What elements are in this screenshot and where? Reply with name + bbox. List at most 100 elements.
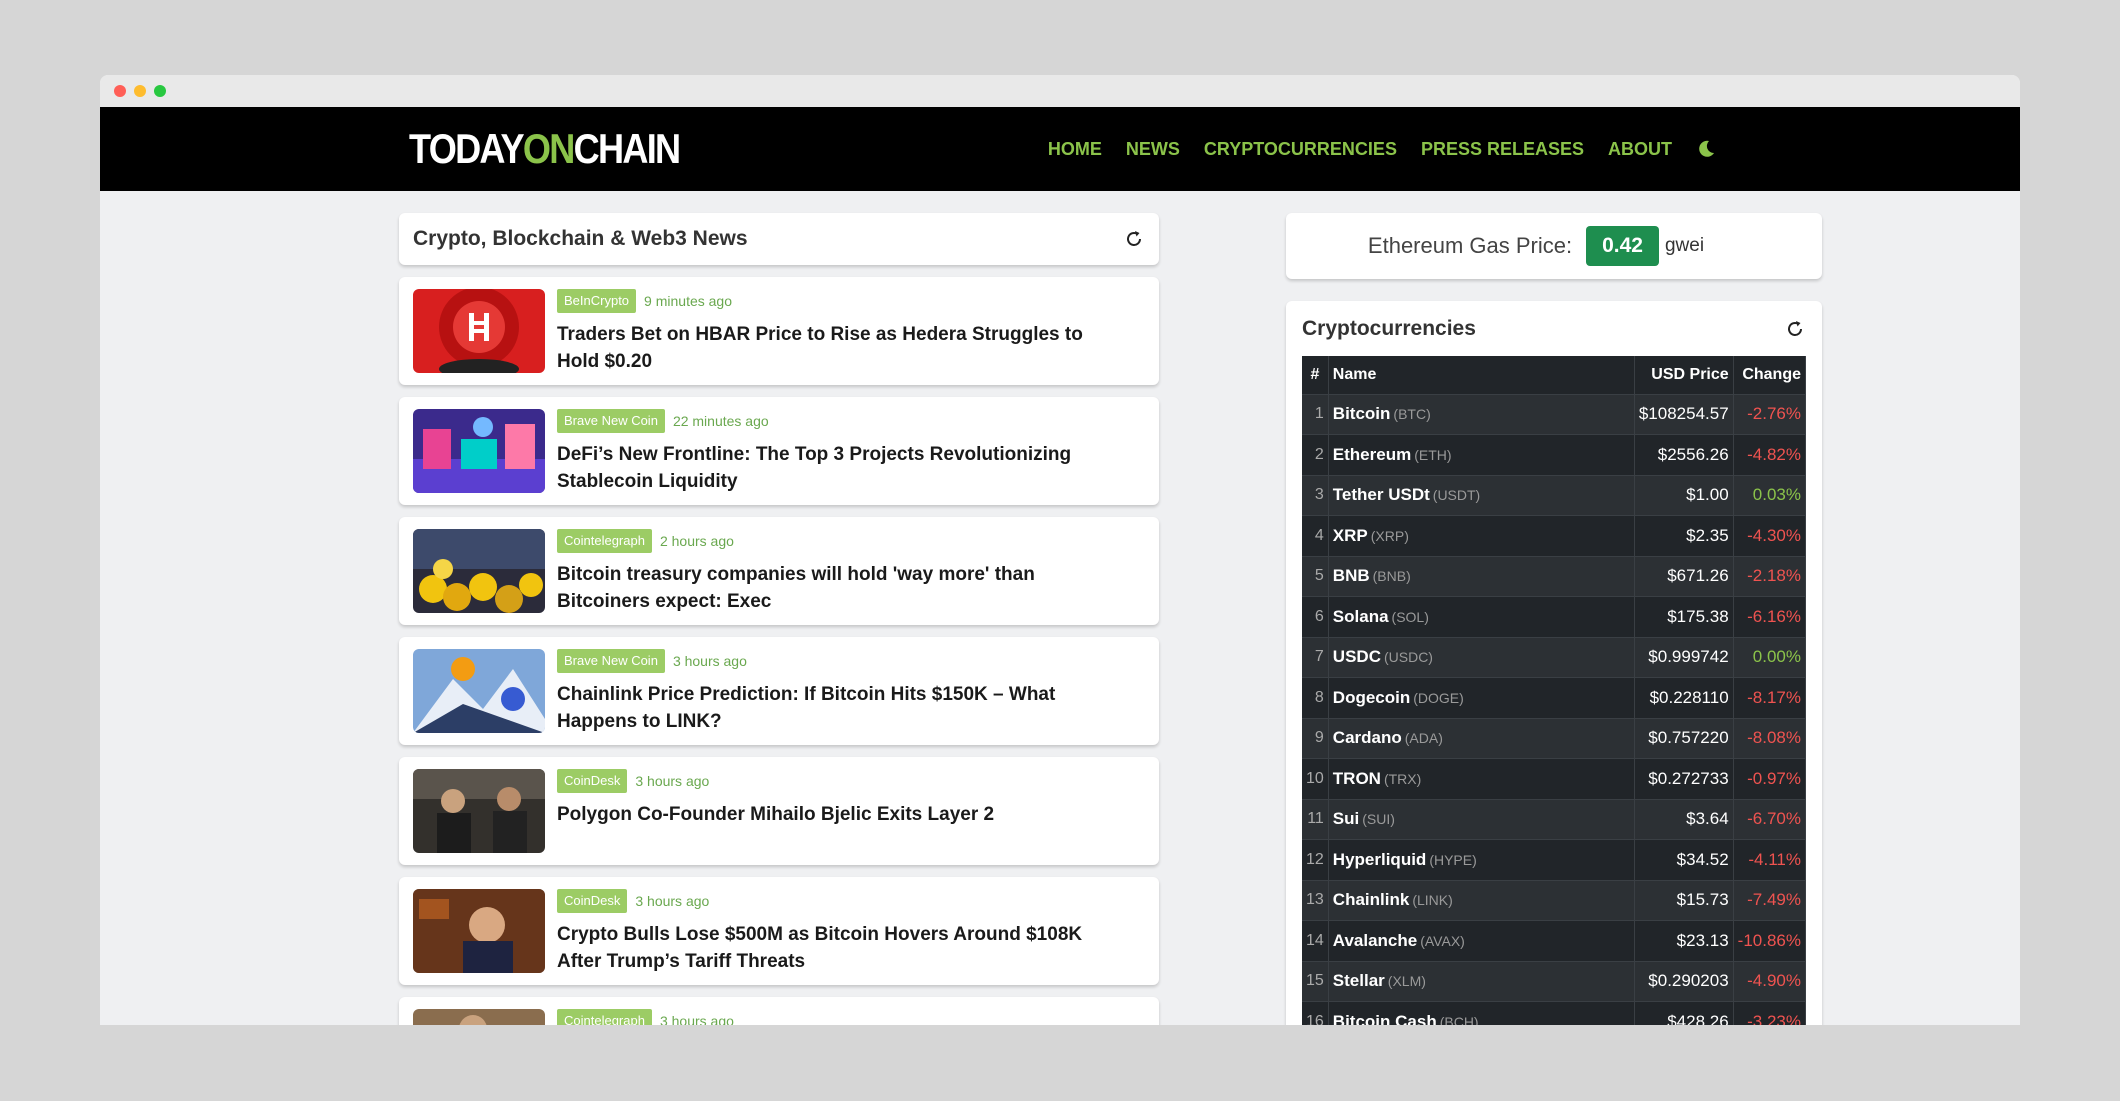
news-headline[interactable]: Crypto Bulls Lose $500M as Bitcoin Hover… [557,921,1127,975]
crypto-row[interactable]: 8 Dogecoin (DOGE) $0.228110 -8.17% [1302,677,1807,719]
nav-home[interactable]: HOME [1048,139,1102,160]
gas-price-box: Ethereum Gas Price: 0.42 gwei [1286,213,1822,279]
crypto-name: Stellar [1332,971,1385,991]
source-badge[interactable]: Brave New Coin [557,409,665,433]
source-badge[interactable]: CoinDesk [557,889,628,913]
crypto-row[interactable]: 12 Hyperliquid (HYPE) $34.52 -4.11% [1302,839,1807,881]
refresh-icon[interactable] [1123,228,1145,250]
nav-about[interactable]: ABOUT [1608,139,1672,160]
news-item[interactable]: CoinDesk 3 hours ago Polygon Co-Founder … [399,757,1159,865]
crypto-change: -7.49% [1733,880,1807,921]
site-logo[interactable]: TODAYONCHAIN [409,125,681,172]
crypto-symbol: (XLM) [1387,973,1426,990]
nav-press-releases[interactable]: PRESS RELEASES [1421,139,1584,160]
source-badge[interactable]: BeInCrypto [557,289,637,313]
crypto-row[interactable]: 15 Stellar (XLM) $0.290203 -4.90% [1302,961,1807,1002]
crypto-rank: 1 [1302,394,1329,435]
crypto-row[interactable]: 2 Ethereum (ETH) $2556.26 -4.82% [1302,434,1807,476]
news-headline[interactable]: Bitcoin treasury companies will hold 'wa… [557,561,1127,615]
crypto-change: -4.90% [1733,961,1807,1002]
crypto-price: $0.999742 [1634,637,1734,678]
logo-text-today: TODAY [409,125,525,172]
crypto-row[interactable]: 5 BNB (BNB) $671.26 -2.18% [1302,556,1807,597]
news-item[interactable]: Brave New Coin 22 minutes ago DeFi’s New… [399,397,1159,505]
crypto-row[interactable]: 10 TRON (TRX) $0.272733 -0.97% [1302,758,1807,800]
crypto-symbol: (USDT) [1432,487,1481,504]
news-item[interactable]: CoinDesk 3 hours ago Crypto Bulls Lose $… [399,877,1159,985]
crypto-row[interactable]: 16 Bitcoin Cash (BCH) $428.26 -3.23% [1302,1001,1807,1025]
crypto-name-cell[interactable]: Ethereum (ETH) [1328,434,1635,476]
crypto-price: $2556.26 [1634,434,1734,476]
news-item[interactable]: Cointelegraph 2 hours ago Bitcoin treasu… [399,517,1159,625]
minimize-window-button[interactable] [134,85,146,97]
crypto-symbol: (HYPE) [1429,851,1477,868]
nav-cryptocurrencies[interactable]: CRYPTOCURRENCIES [1204,139,1397,160]
news-headline[interactable]: Chainlink Price Prediction: If Bitcoin H… [557,681,1127,735]
crypto-name: Dogecoin [1332,687,1411,707]
news-time: 3 hours ago [672,653,747,669]
col-header-price[interactable]: USD Price [1634,356,1734,395]
crypto-row[interactable]: 9 Cardano (ADA) $0.757220 -8.08% [1302,718,1807,759]
crypto-name-cell[interactable]: Stellar (XLM) [1328,961,1635,1002]
crypto-name-cell[interactable]: Hyperliquid (HYPE) [1328,839,1635,881]
logo-text-on: ON [522,125,575,172]
crypto-name-cell[interactable]: Avalanche (AVAX) [1328,920,1635,962]
news-headline[interactable]: DeFi’s New Frontline: The Top 3 Projects… [557,441,1127,495]
crypto-change: -10.86% [1733,920,1807,962]
moon-icon[interactable] [1696,139,1716,159]
crypto-panel-title: Cryptocurrencies [1302,316,1476,340]
crypto-name-cell[interactable]: Cardano (ADA) [1328,718,1635,759]
crypto-name: Cardano [1332,728,1402,748]
close-window-button[interactable] [114,85,126,97]
source-badge[interactable]: CoinDesk [557,769,628,793]
crypto-change: -4.82% [1733,434,1807,476]
crypto-name-cell[interactable]: Dogecoin (DOGE) [1328,677,1635,719]
crypto-row[interactable]: 4 XRP (XRP) $2.35 -4.30% [1302,515,1807,557]
source-badge[interactable]: Cointelegraph [557,1009,652,1025]
crypto-name-cell[interactable]: Sui (SUI) [1328,799,1635,840]
crypto-rank: 14 [1302,920,1329,962]
news-item[interactable]: BeInCrypto 9 minutes ago Traders Bet on … [399,277,1159,385]
refresh-icon[interactable] [1784,318,1806,340]
crypto-row[interactable]: 7 USDC (USDC) $0.999742 0.00% [1302,637,1807,678]
col-header-change[interactable]: Change [1733,356,1807,395]
crypto-price: $34.52 [1634,839,1734,881]
crypto-change: -4.11% [1733,839,1807,881]
crypto-rank: 10 [1302,758,1329,800]
crypto-name-cell[interactable]: Tether USDt (USDT) [1328,475,1635,516]
source-badge[interactable]: Brave New Coin [557,649,665,673]
crypto-row[interactable]: 6 Solana (SOL) $175.38 -6.16% [1302,596,1807,638]
crypto-name-cell[interactable]: BNB (BNB) [1328,556,1635,597]
crypto-row[interactable]: 1 Bitcoin (BTC) $108254.57 -2.76% [1302,394,1807,435]
news-headline[interactable]: Polygon Co-Founder Mihailo Bjelic Exits … [557,801,1127,828]
crypto-name-cell[interactable]: Chainlink (LINK) [1328,880,1635,921]
news-item[interactable]: Cointelegraph 3 hours ago [399,997,1159,1025]
crypto-price: $2.35 [1634,515,1734,557]
col-header-name[interactable]: Name [1328,356,1635,395]
crypto-name-cell[interactable]: TRON (TRX) [1328,758,1635,800]
news-headline[interactable]: Traders Bet on HBAR Price to Rise as Hed… [557,321,1127,375]
crypto-change: 0.03% [1733,475,1807,516]
crypto-name-cell[interactable]: XRP (XRP) [1328,515,1635,557]
crypto-name-cell[interactable]: Bitcoin Cash (BCH) [1328,1001,1635,1025]
crypto-change: -8.08% [1733,718,1807,759]
maximize-window-button[interactable] [154,85,166,97]
nav-news[interactable]: NEWS [1126,139,1180,160]
crypto-rank: 4 [1302,515,1329,557]
crypto-price: $0.757220 [1634,718,1734,759]
crypto-row[interactable]: 3 Tether USDt (USDT) $1.00 0.03% [1302,475,1807,516]
crypto-change: -2.18% [1733,556,1807,597]
source-badge[interactable]: Cointelegraph [557,529,652,553]
crypto-name-cell[interactable]: Solana (SOL) [1328,596,1635,638]
news-item[interactable]: Brave New Coin 3 hours ago Chainlink Pri… [399,637,1159,745]
crypto-name-cell[interactable]: Bitcoin (BTC) [1328,394,1635,435]
crypto-row[interactable]: 13 Chainlink (LINK) $15.73 -7.49% [1302,880,1807,921]
news-thumbnail [413,529,545,613]
news-time: 22 minutes ago [672,413,769,429]
crypto-row[interactable]: 14 Avalanche (AVAX) $23.13 -10.86% [1302,920,1807,962]
crypto-rank: 2 [1302,434,1329,476]
crypto-rank: 12 [1302,839,1329,881]
crypto-price: $0.228110 [1634,677,1734,719]
crypto-name-cell[interactable]: USDC (USDC) [1328,637,1635,678]
crypto-row[interactable]: 11 Sui (SUI) $3.64 -6.70% [1302,799,1807,840]
